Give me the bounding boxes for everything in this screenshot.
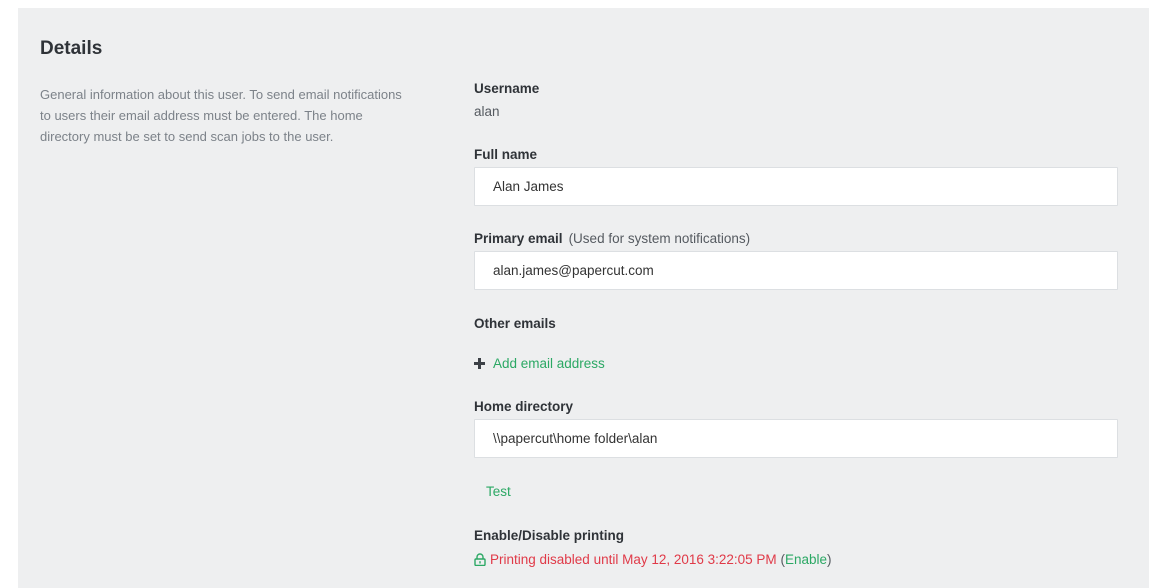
primary-email-input[interactable] <box>474 251 1118 290</box>
other-emails-label: Other emails <box>474 316 556 331</box>
section-title: Details <box>40 38 103 59</box>
enable-printing-link[interactable]: Enable <box>785 552 827 567</box>
printing-status: Printing disabled until May 12, 2016 3:2… <box>474 552 832 569</box>
full-name-label: Full name <box>474 147 538 162</box>
details-panel: Details General information about this u… <box>18 8 1149 588</box>
paren-close: ) <box>827 552 832 567</box>
username-label: Username <box>474 81 540 96</box>
primary-email-hint: (Used for system notifications) <box>568 231 751 246</box>
plus-icon[interactable] <box>474 358 486 370</box>
home-directory-label: Home directory <box>474 399 574 414</box>
section-description: General information about this user. To … <box>40 87 402 144</box>
full-name-input[interactable] <box>474 167 1118 206</box>
lock-icon <box>474 553 486 569</box>
printing-status-text: Printing disabled until May 12, 2016 3:2… <box>490 552 777 567</box>
add-email-address-link[interactable]: Add email address <box>493 356 605 371</box>
home-directory-input[interactable] <box>474 419 1118 458</box>
username-value: alan <box>474 104 500 119</box>
test-home-directory-link[interactable]: Test <box>486 484 511 499</box>
printing-label: Enable/Disable printing <box>474 528 625 543</box>
primary-email-label: Primary email (Used for system notificati… <box>474 231 750 246</box>
primary-email-label-text: Primary email <box>474 231 563 246</box>
